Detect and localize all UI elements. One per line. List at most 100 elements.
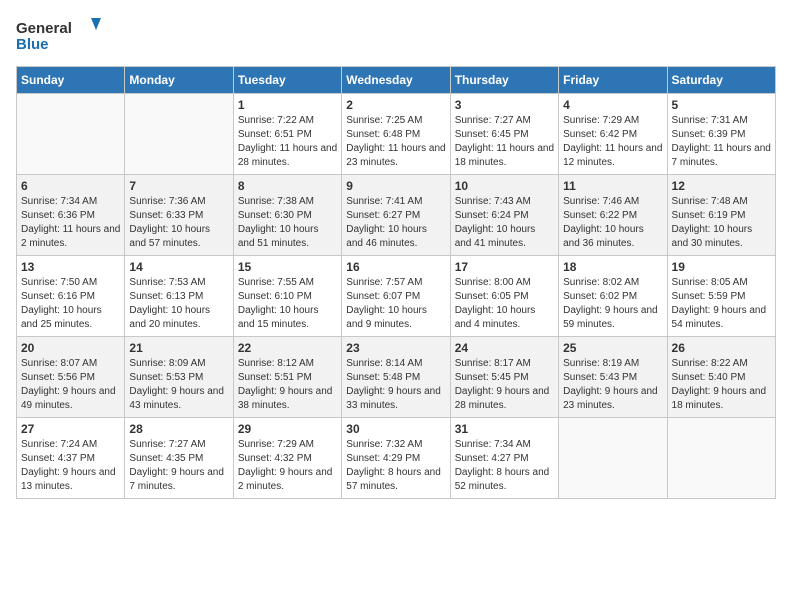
page-header: General Blue bbox=[16, 16, 776, 56]
cell-info: Sunrise: 7:31 AMSunset: 6:39 PMDaylight:… bbox=[672, 115, 771, 168]
logo: General Blue bbox=[16, 16, 106, 56]
svg-text:Blue: Blue bbox=[16, 36, 49, 53]
day-number: 28 bbox=[129, 422, 228, 436]
calendar-cell: 15 Sunrise: 7:55 AMSunset: 6:10 PMDaylig… bbox=[233, 256, 341, 337]
calendar-cell: 28 Sunrise: 7:27 AMSunset: 4:35 PMDaylig… bbox=[125, 418, 233, 499]
cell-info: Sunrise: 7:32 AMSunset: 4:29 PMDaylight:… bbox=[346, 439, 441, 492]
calendar-cell: 17 Sunrise: 8:00 AMSunset: 6:05 PMDaylig… bbox=[450, 256, 558, 337]
calendar-cell: 29 Sunrise: 7:29 AMSunset: 4:32 PMDaylig… bbox=[233, 418, 341, 499]
day-number: 26 bbox=[672, 341, 771, 355]
cell-info: Sunrise: 8:17 AMSunset: 5:45 PMDaylight:… bbox=[455, 358, 550, 411]
day-header-saturday: Saturday bbox=[667, 67, 775, 94]
cell-info: Sunrise: 7:48 AMSunset: 6:19 PMDaylight:… bbox=[672, 196, 753, 249]
day-number: 19 bbox=[672, 260, 771, 274]
calendar-cell: 27 Sunrise: 7:24 AMSunset: 4:37 PMDaylig… bbox=[17, 418, 125, 499]
cell-info: Sunrise: 7:36 AMSunset: 6:33 PMDaylight:… bbox=[129, 196, 210, 249]
week-row-0: 1 Sunrise: 7:22 AMSunset: 6:51 PMDayligh… bbox=[17, 94, 776, 175]
calendar-cell: 2 Sunrise: 7:25 AMSunset: 6:48 PMDayligh… bbox=[342, 94, 450, 175]
day-number: 27 bbox=[21, 422, 120, 436]
day-number: 16 bbox=[346, 260, 445, 274]
calendar-cell bbox=[125, 94, 233, 175]
day-header-wednesday: Wednesday bbox=[342, 67, 450, 94]
day-number: 30 bbox=[346, 422, 445, 436]
day-number: 29 bbox=[238, 422, 337, 436]
cell-info: Sunrise: 7:29 AMSunset: 4:32 PMDaylight:… bbox=[238, 439, 333, 492]
cell-info: Sunrise: 7:41 AMSunset: 6:27 PMDaylight:… bbox=[346, 196, 427, 249]
cell-info: Sunrise: 8:02 AMSunset: 6:02 PMDaylight:… bbox=[563, 277, 658, 330]
cell-info: Sunrise: 7:27 AMSunset: 6:45 PMDaylight:… bbox=[455, 115, 554, 168]
day-number: 25 bbox=[563, 341, 662, 355]
cell-info: Sunrise: 7:38 AMSunset: 6:30 PMDaylight:… bbox=[238, 196, 319, 249]
calendar-cell: 14 Sunrise: 7:53 AMSunset: 6:13 PMDaylig… bbox=[125, 256, 233, 337]
calendar-cell bbox=[559, 418, 667, 499]
day-number: 10 bbox=[455, 179, 554, 193]
week-row-1: 6 Sunrise: 7:34 AMSunset: 6:36 PMDayligh… bbox=[17, 175, 776, 256]
day-number: 15 bbox=[238, 260, 337, 274]
header-row: SundayMondayTuesdayWednesdayThursdayFrid… bbox=[17, 67, 776, 94]
day-number: 12 bbox=[672, 179, 771, 193]
cell-info: Sunrise: 7:34 AMSunset: 6:36 PMDaylight:… bbox=[21, 196, 120, 249]
day-number: 7 bbox=[129, 179, 228, 193]
calendar-cell: 18 Sunrise: 8:02 AMSunset: 6:02 PMDaylig… bbox=[559, 256, 667, 337]
calendar-table: SundayMondayTuesdayWednesdayThursdayFrid… bbox=[16, 66, 776, 499]
calendar-cell: 11 Sunrise: 7:46 AMSunset: 6:22 PMDaylig… bbox=[559, 175, 667, 256]
calendar-cell: 30 Sunrise: 7:32 AMSunset: 4:29 PMDaylig… bbox=[342, 418, 450, 499]
calendar-cell: 22 Sunrise: 8:12 AMSunset: 5:51 PMDaylig… bbox=[233, 337, 341, 418]
calendar-cell bbox=[667, 418, 775, 499]
cell-info: Sunrise: 8:09 AMSunset: 5:53 PMDaylight:… bbox=[129, 358, 224, 411]
day-number: 23 bbox=[346, 341, 445, 355]
day-number: 31 bbox=[455, 422, 554, 436]
day-number: 21 bbox=[129, 341, 228, 355]
week-row-4: 27 Sunrise: 7:24 AMSunset: 4:37 PMDaylig… bbox=[17, 418, 776, 499]
calendar-cell: 13 Sunrise: 7:50 AMSunset: 6:16 PMDaylig… bbox=[17, 256, 125, 337]
cell-info: Sunrise: 8:12 AMSunset: 5:51 PMDaylight:… bbox=[238, 358, 333, 411]
calendar-cell: 3 Sunrise: 7:27 AMSunset: 6:45 PMDayligh… bbox=[450, 94, 558, 175]
day-number: 8 bbox=[238, 179, 337, 193]
svg-text:General: General bbox=[16, 20, 72, 37]
cell-info: Sunrise: 7:43 AMSunset: 6:24 PMDaylight:… bbox=[455, 196, 536, 249]
calendar-cell: 5 Sunrise: 7:31 AMSunset: 6:39 PMDayligh… bbox=[667, 94, 775, 175]
day-header-monday: Monday bbox=[125, 67, 233, 94]
cell-info: Sunrise: 8:19 AMSunset: 5:43 PMDaylight:… bbox=[563, 358, 658, 411]
cell-info: Sunrise: 8:05 AMSunset: 5:59 PMDaylight:… bbox=[672, 277, 767, 330]
calendar-cell: 20 Sunrise: 8:07 AMSunset: 5:56 PMDaylig… bbox=[17, 337, 125, 418]
calendar-cell: 23 Sunrise: 8:14 AMSunset: 5:48 PMDaylig… bbox=[342, 337, 450, 418]
day-number: 9 bbox=[346, 179, 445, 193]
cell-info: Sunrise: 7:57 AMSunset: 6:07 PMDaylight:… bbox=[346, 277, 427, 330]
cell-info: Sunrise: 7:27 AMSunset: 4:35 PMDaylight:… bbox=[129, 439, 224, 492]
cell-info: Sunrise: 7:25 AMSunset: 6:48 PMDaylight:… bbox=[346, 115, 445, 168]
week-row-3: 20 Sunrise: 8:07 AMSunset: 5:56 PMDaylig… bbox=[17, 337, 776, 418]
cell-info: Sunrise: 8:22 AMSunset: 5:40 PMDaylight:… bbox=[672, 358, 767, 411]
calendar-cell: 4 Sunrise: 7:29 AMSunset: 6:42 PMDayligh… bbox=[559, 94, 667, 175]
calendar-cell: 7 Sunrise: 7:36 AMSunset: 6:33 PMDayligh… bbox=[125, 175, 233, 256]
cell-info: Sunrise: 7:29 AMSunset: 6:42 PMDaylight:… bbox=[563, 115, 662, 168]
day-header-thursday: Thursday bbox=[450, 67, 558, 94]
day-number: 24 bbox=[455, 341, 554, 355]
week-row-2: 13 Sunrise: 7:50 AMSunset: 6:16 PMDaylig… bbox=[17, 256, 776, 337]
calendar-cell: 31 Sunrise: 7:34 AMSunset: 4:27 PMDaylig… bbox=[450, 418, 558, 499]
calendar-cell: 12 Sunrise: 7:48 AMSunset: 6:19 PMDaylig… bbox=[667, 175, 775, 256]
day-number: 6 bbox=[21, 179, 120, 193]
day-number: 1 bbox=[238, 98, 337, 112]
cell-info: Sunrise: 7:50 AMSunset: 6:16 PMDaylight:… bbox=[21, 277, 102, 330]
cell-info: Sunrise: 7:24 AMSunset: 4:37 PMDaylight:… bbox=[21, 439, 116, 492]
day-header-sunday: Sunday bbox=[17, 67, 125, 94]
day-number: 18 bbox=[563, 260, 662, 274]
day-header-friday: Friday bbox=[559, 67, 667, 94]
cell-info: Sunrise: 8:00 AMSunset: 6:05 PMDaylight:… bbox=[455, 277, 536, 330]
cell-info: Sunrise: 7:22 AMSunset: 6:51 PMDaylight:… bbox=[238, 115, 337, 168]
day-number: 11 bbox=[563, 179, 662, 193]
day-number: 20 bbox=[21, 341, 120, 355]
cell-info: Sunrise: 8:07 AMSunset: 5:56 PMDaylight:… bbox=[21, 358, 116, 411]
calendar-cell: 26 Sunrise: 8:22 AMSunset: 5:40 PMDaylig… bbox=[667, 337, 775, 418]
day-number: 17 bbox=[455, 260, 554, 274]
calendar-cell: 8 Sunrise: 7:38 AMSunset: 6:30 PMDayligh… bbox=[233, 175, 341, 256]
calendar-cell: 1 Sunrise: 7:22 AMSunset: 6:51 PMDayligh… bbox=[233, 94, 341, 175]
day-number: 14 bbox=[129, 260, 228, 274]
cell-info: Sunrise: 7:34 AMSunset: 4:27 PMDaylight:… bbox=[455, 439, 550, 492]
calendar-cell: 9 Sunrise: 7:41 AMSunset: 6:27 PMDayligh… bbox=[342, 175, 450, 256]
cell-info: Sunrise: 7:46 AMSunset: 6:22 PMDaylight:… bbox=[563, 196, 644, 249]
logo-icon: General Blue bbox=[16, 16, 106, 56]
cell-info: Sunrise: 8:14 AMSunset: 5:48 PMDaylight:… bbox=[346, 358, 441, 411]
calendar-cell: 21 Sunrise: 8:09 AMSunset: 5:53 PMDaylig… bbox=[125, 337, 233, 418]
